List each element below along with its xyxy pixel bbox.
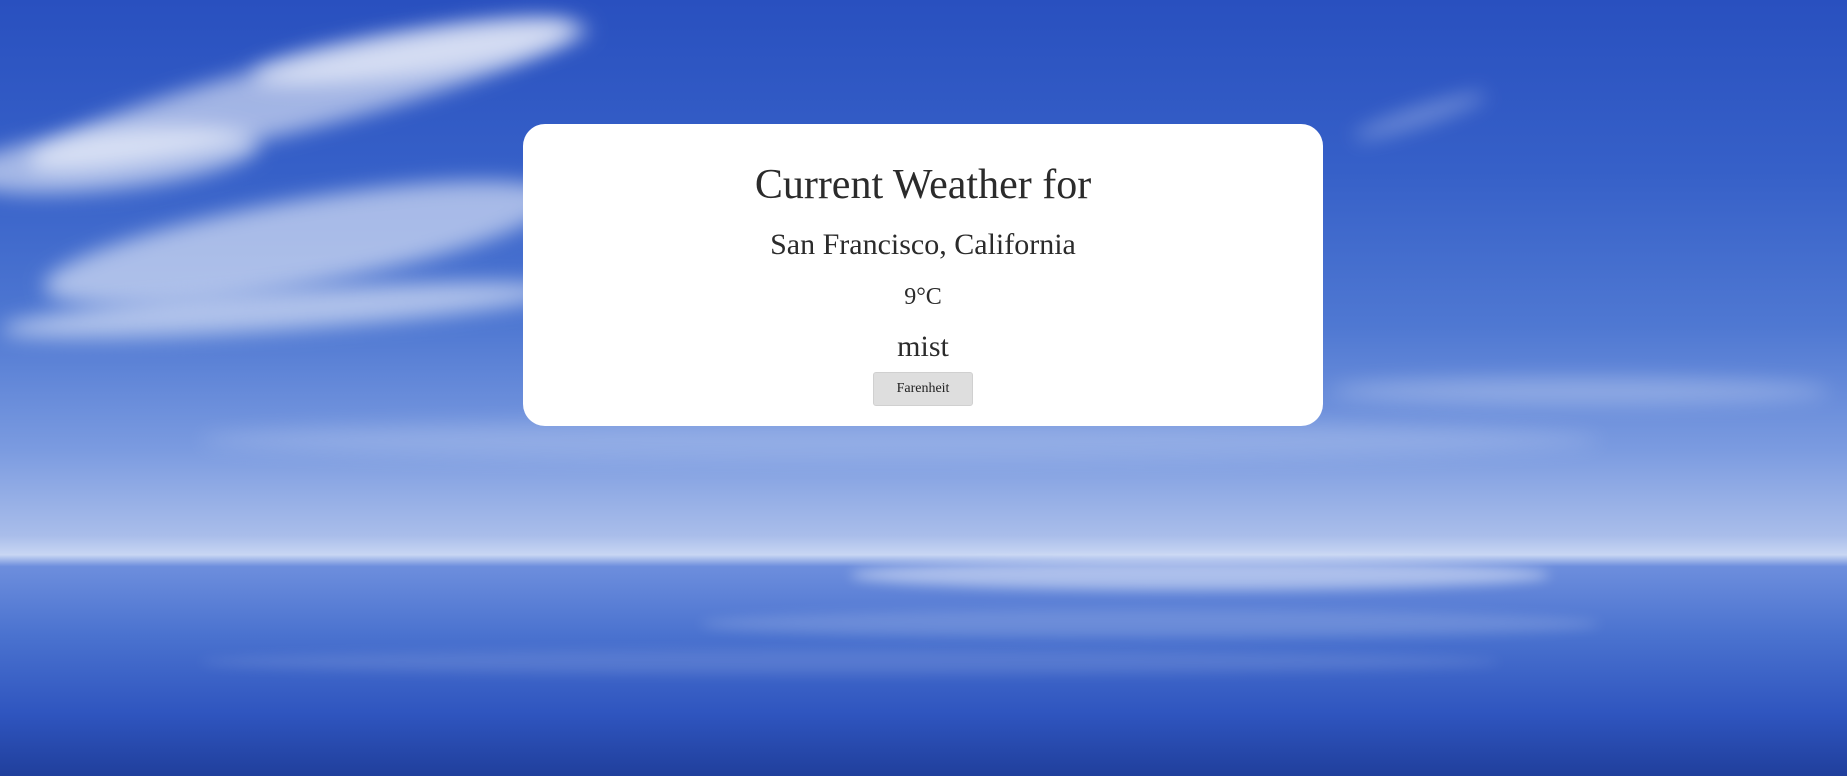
weather-card: Current Weather for San Francisco, Calif…	[523, 124, 1323, 426]
cloud-streak	[200, 420, 1600, 460]
unit-toggle-button[interactable]: Farenheit	[873, 372, 973, 406]
water-glint	[200, 650, 1500, 674]
temperature-value: 9°C	[904, 284, 942, 310]
cloud-streak	[0, 114, 263, 206]
weather-title: Current Weather for	[754, 162, 1092, 208]
weather-description: mist	[897, 330, 949, 363]
water-glint	[850, 560, 1550, 590]
cloud-streak	[1330, 378, 1830, 404]
cloud-streak	[1350, 86, 1490, 146]
water-glint	[700, 610, 1600, 638]
location-label: San Francisco, California	[770, 228, 1076, 261]
